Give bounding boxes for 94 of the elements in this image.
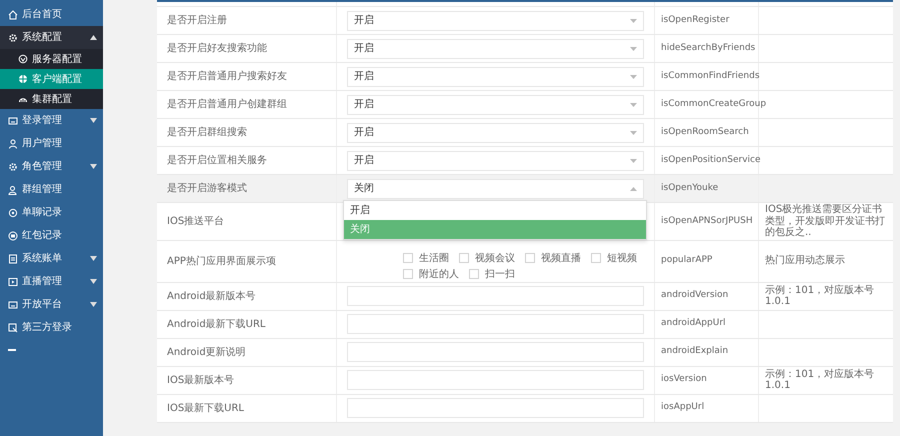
select-field[interactable]: 关闭	[347, 178, 644, 198]
setting-label: Android更新说明	[167, 346, 246, 360]
setting-key: isOpenRegister	[661, 14, 730, 28]
setting-note: 热门应用动态展示	[765, 255, 845, 267]
setting-label: APP热门应用界面展示项	[167, 254, 276, 268]
checkbox[interactable]	[403, 269, 413, 279]
select-field[interactable]: 开启	[347, 10, 644, 30]
caret-icon	[90, 302, 97, 307]
text-input[interactable]	[347, 370, 644, 390]
setting-label: IOS最新下载URL	[167, 402, 244, 416]
sidebar-item[interactable]: 后台首页	[0, 3, 103, 26]
setting-key: iosAppUrl	[661, 401, 704, 415]
checkbox-label: 附近的人	[419, 268, 459, 282]
sidebar-item[interactable]: 用户管理	[0, 132, 103, 155]
setting-note: IOS极光推送需要区分证书类型，开发版即开发证书打的包反之..	[765, 204, 886, 238]
setting-label: 是否开启位置相关服务	[167, 154, 267, 168]
monitor-icon	[8, 300, 18, 310]
caret-icon	[90, 35, 97, 40]
setting-key: androidExplain	[661, 345, 728, 359]
submenu-item[interactable]: 客户端配置	[0, 69, 103, 89]
sidebar-item[interactable]: 群组管理	[0, 178, 103, 201]
sidebar-item[interactable]: 系统配置	[0, 26, 103, 49]
bill-icon	[8, 254, 18, 264]
globe-icon	[18, 74, 28, 84]
setting-key: androidAppUrl	[661, 317, 726, 331]
setting-note: 示例：101，对应版本号1.0.1	[765, 284, 876, 308]
caret-icon	[90, 164, 97, 169]
checkbox-label: 生活圈	[419, 252, 449, 266]
text-input[interactable]	[347, 398, 644, 418]
dropdown-option[interactable]: 开启	[344, 201, 646, 220]
setting-key: isOpenAPNSorJPUSH	[661, 214, 753, 228]
submenu-item[interactable]: 服务器配置	[0, 49, 103, 69]
caret-icon	[630, 18, 637, 22]
checkbox[interactable]	[591, 253, 601, 263]
caret-icon	[630, 102, 637, 106]
gear-icon	[8, 162, 18, 172]
setting-label: IOS推送平台	[167, 214, 224, 229]
setting-key: popularAPP	[661, 254, 712, 268]
setting-label: Android最新下载URL	[167, 318, 266, 332]
checkbox[interactable]	[469, 269, 479, 279]
select-field[interactable]: 开启	[347, 66, 644, 86]
monitor-icon	[8, 116, 18, 126]
checkbox[interactable]	[459, 253, 469, 263]
sidebar-item[interactable]: 第三方登录	[0, 316, 103, 339]
sidebar-item[interactable]: 开放平台	[0, 293, 103, 316]
setting-key: iosVersion	[661, 373, 707, 387]
setting-label: 是否开启普通用户创建群组	[167, 98, 287, 112]
sidebar-item[interactable]: 角色管理	[0, 155, 103, 178]
checkbox-label: 短视频	[607, 252, 637, 266]
select-field[interactable]: 开启	[347, 150, 644, 170]
caret-icon	[90, 256, 97, 261]
submenu-item[interactable]: 集群配置	[0, 89, 103, 109]
setting-key: isOpenYouke	[661, 182, 718, 196]
setting-label: IOS最新版本号	[167, 374, 234, 388]
home-icon	[8, 10, 18, 20]
caret-icon	[630, 186, 637, 190]
text-input[interactable]	[347, 286, 644, 306]
checkbox[interactable]	[525, 253, 535, 263]
sidebar-item[interactable]: 系统账单	[0, 247, 103, 270]
setting-note: 示例：101，对应版本号1.0.1	[765, 368, 876, 392]
setting-key: hideSearchByFriends	[661, 42, 756, 56]
setting-label: Android最新版本号	[167, 290, 256, 304]
setting-key: isCommonFindFriends	[661, 70, 760, 84]
sidebar-item[interactable]: 红包记录	[0, 224, 103, 247]
sidebar-item[interactable]: 登录管理	[0, 109, 103, 132]
play-icon	[8, 276, 18, 286]
setting-label: 是否开启注册	[167, 14, 227, 28]
setting-key: isOpenPositionService	[661, 154, 761, 168]
text-input[interactable]	[347, 342, 644, 362]
user-icon	[8, 138, 18, 148]
text-input[interactable]	[347, 314, 644, 334]
checkbox-label: 视频直播	[541, 252, 581, 266]
select-field[interactable]: 开启	[347, 122, 644, 142]
caret-icon	[630, 130, 637, 134]
gear-icon	[8, 32, 18, 42]
setting-key: androidVersion	[661, 289, 728, 303]
caret-icon	[630, 158, 637, 162]
caret-icon	[90, 279, 97, 284]
setting-label: 是否开启游客模式	[167, 182, 247, 196]
sidebar-item[interactable]: 直播管理	[0, 270, 103, 293]
checkbox-label: 视频会议	[475, 252, 515, 266]
select-field[interactable]: 开启	[347, 94, 644, 114]
checkbox[interactable]	[403, 253, 413, 263]
caret-icon	[630, 74, 637, 78]
setting-key: isOpenRoomSearch	[661, 126, 749, 140]
setting-label: 是否开启普通用户搜索好友	[167, 70, 287, 84]
checkbox-label: 扫一扫	[485, 268, 515, 282]
setting-key: isCommonCreateGroup	[661, 98, 766, 112]
sidebar-item[interactable]: 单聊记录	[0, 201, 103, 224]
setting-label: 是否开启群组搜索	[167, 126, 247, 140]
caret-icon	[90, 118, 97, 123]
caret-icon	[630, 46, 637, 50]
select-field[interactable]: 开启	[347, 38, 644, 58]
setting-label: 是否开启好友搜索功能	[167, 42, 267, 56]
